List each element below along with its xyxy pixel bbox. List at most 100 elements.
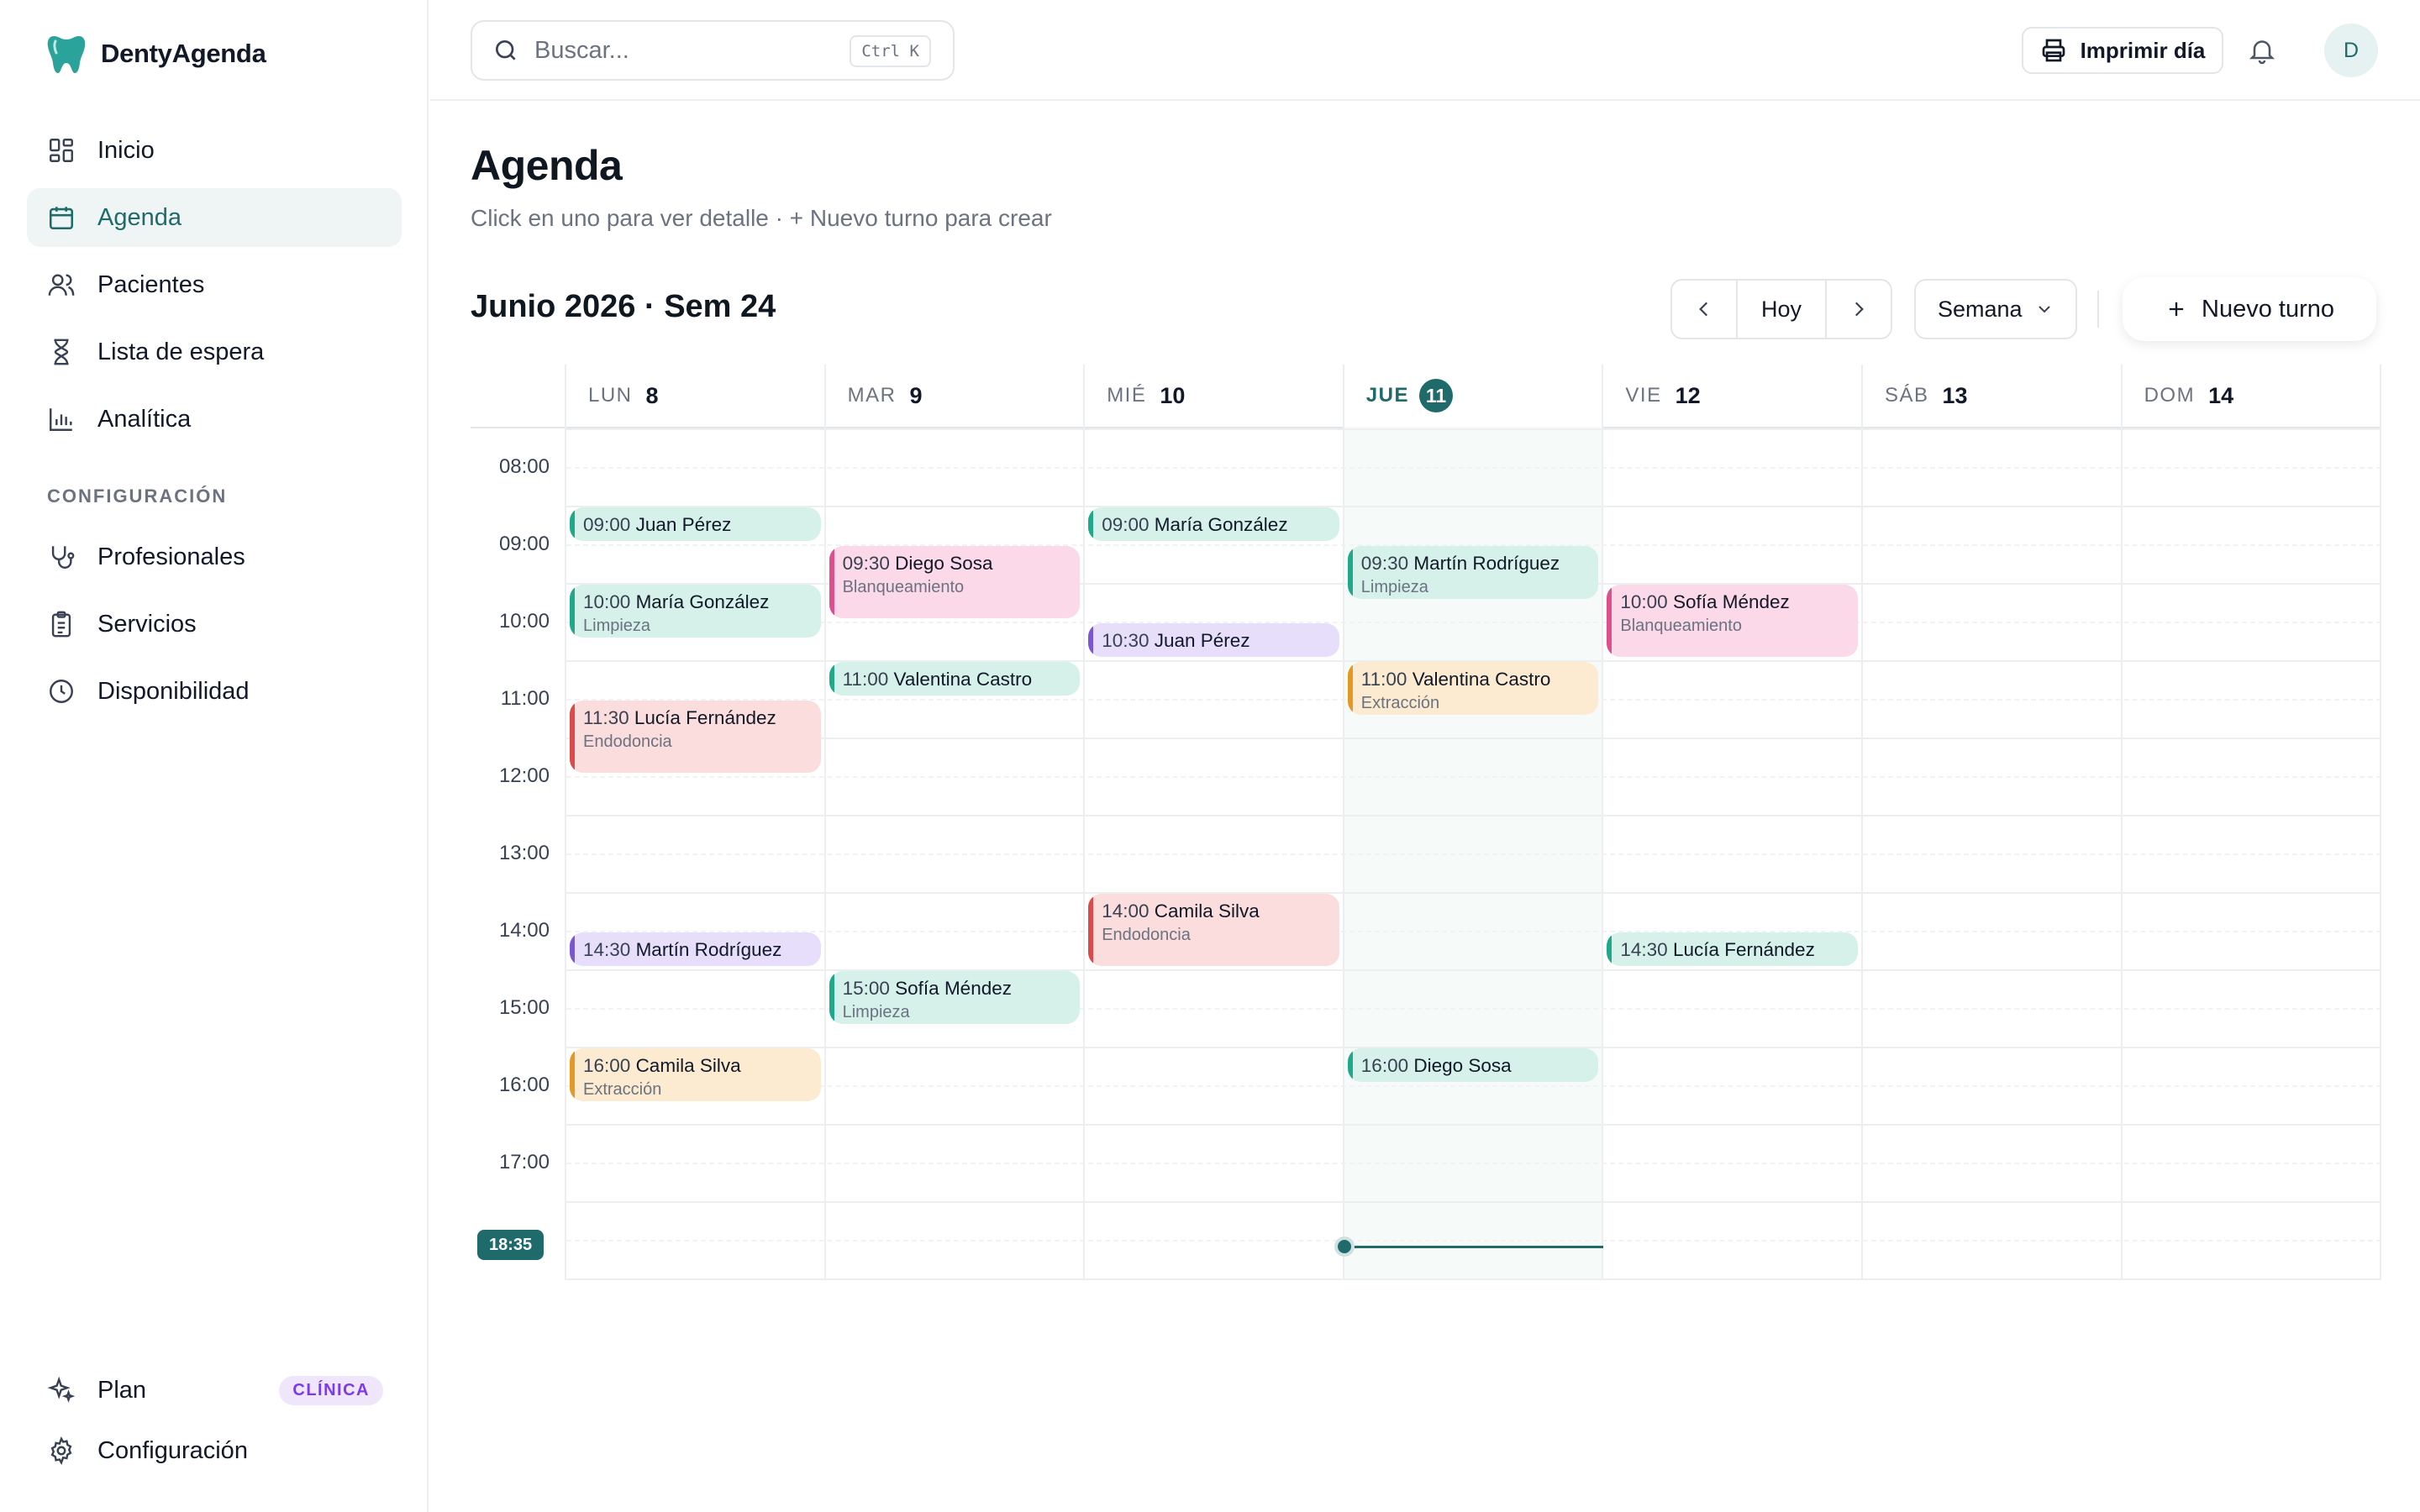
- appointment-time: 11:00: [842, 669, 894, 690]
- appointment-service: Limpieza: [583, 617, 651, 635]
- appointment-card[interactable]: 09:30 Martín Rodríguez Limpieza: [1347, 546, 1599, 599]
- day-name: JUE: [1365, 384, 1409, 407]
- appointment-card[interactable]: 14:00 Camila Silva Endodoncia: [1088, 894, 1339, 966]
- appointment-card[interactable]: 16:00 Camila Silva Extracción: [570, 1048, 821, 1101]
- appointment-title: 16:00 Camila Silva: [583, 1053, 809, 1079]
- sidebar-item-profesionales[interactable]: Profesionales: [27, 528, 402, 586]
- appointment-patient: Valentina Castro: [893, 669, 1033, 690]
- appointment-card[interactable]: 09:30 Diego Sosa Blanqueamiento: [829, 546, 1081, 618]
- brand-name: DentyAgenda: [101, 39, 266, 68]
- day-header-jue[interactable]: JUE 11: [1344, 376, 1604, 415]
- appointment-card[interactable]: 11:00 Valentina Castro: [829, 662, 1081, 696]
- sidebar-item-label: Disponibilidad: [97, 677, 250, 705]
- day-header-mar[interactable]: MAR 9: [826, 376, 1086, 415]
- appointment-service: Limpieza: [1360, 578, 1428, 596]
- appointment-card[interactable]: 11:30 Lucía Fernández Endodoncia: [570, 701, 821, 773]
- sidebar-item-plan[interactable]: Plan CLÍNICA: [27, 1364, 402, 1416]
- appointment-title: 09:30 Diego Sosa: [843, 551, 1069, 576]
- sidebar-item-configuracion[interactable]: Configuración: [27, 1425, 402, 1477]
- day-column-divider: [1861, 365, 1863, 1280]
- day-number: 9: [909, 382, 923, 408]
- appointment-card[interactable]: 10:30 Juan Pérez: [1088, 623, 1339, 657]
- search-placeholder: Buscar...: [534, 36, 629, 64]
- appointment-patient: Camila Silva: [635, 1055, 741, 1076]
- day-header-mié[interactable]: MIÉ 10: [1085, 376, 1344, 415]
- hour-grid-line: [566, 1278, 2381, 1280]
- appointment-card[interactable]: 14:30 Lucía Fernández: [1607, 932, 1858, 966]
- appointment-card[interactable]: 10:00 María González Limpieza: [570, 585, 821, 638]
- next-week-button[interactable]: [1827, 281, 1891, 338]
- today-button[interactable]: Hoy: [1736, 281, 1827, 338]
- appointment-patient: María González: [1154, 514, 1288, 535]
- chevron-left-icon: [1699, 302, 1708, 317]
- sidebar-item-label: Pacientes: [97, 270, 205, 298]
- search-input[interactable]: Buscar... Ctrl K: [471, 20, 955, 81]
- day-header-lun[interactable]: LUN 8: [566, 376, 826, 415]
- appointment-card[interactable]: 09:00 María González: [1088, 507, 1339, 541]
- appointment-card[interactable]: 15:00 Sofía Méndez Limpieza: [829, 971, 1081, 1024]
- print-day-button[interactable]: Imprimir día: [2022, 27, 2223, 74]
- appointment-patient: Diego Sosa: [895, 553, 993, 574]
- page-subtitle: Click en uno para ver detalle · + Nuevo …: [471, 205, 1052, 231]
- half-hour-grid-line: [566, 776, 2381, 778]
- appointment-title: 15:00 Sofía Méndez: [843, 976, 1069, 1001]
- bottom-nav: Plan CLÍNICA Configuración: [27, 1364, 402, 1485]
- appointment-title: 09:00 María González: [1102, 512, 1328, 538]
- sidebar-item-label: Profesionales: [97, 543, 245, 570]
- appointment-title: 10:30 Juan Pérez: [1102, 628, 1328, 654]
- week-calendar: LUN 8 MAR 9 MIÉ 10 JUE 11 VIE 12 SÁB 13 DOM 14 08:00 09…: [471, 365, 2382, 1280]
- appointment-patient: Juan Pérez: [635, 514, 732, 535]
- sidebar-item-pacientes[interactable]: Pacientes: [27, 255, 402, 314]
- new-appointment-button[interactable]: Nuevo turno: [2123, 277, 2376, 341]
- day-name: VIE: [1625, 384, 1662, 407]
- appointment-card[interactable]: 14:30 Martín Rodríguez: [570, 932, 821, 966]
- appointment-title: 09:30 Martín Rodríguez: [1361, 551, 1587, 576]
- hour-label: 17:00: [498, 1151, 550, 1173]
- appointment-card[interactable]: 16:00 Diego Sosa: [1347, 1048, 1599, 1082]
- appointment-card[interactable]: 11:00 Valentina Castro Extracción: [1347, 662, 1599, 715]
- half-hour-grid-line: [566, 931, 2381, 932]
- week-pager: Hoy: [1670, 279, 1892, 339]
- brand[interactable]: DentyAgenda: [47, 32, 266, 76]
- day-column-divider: [2120, 365, 2123, 1280]
- appointment-patient: Juan Pérez: [1154, 630, 1250, 651]
- appointment-card[interactable]: 10:00 Sofía Méndez Blanqueamiento: [1607, 585, 1858, 657]
- sidebar-item-lista-espera[interactable]: Lista de espera: [27, 323, 402, 381]
- tooth-logo-icon: [47, 36, 86, 73]
- sidebar-item-agenda[interactable]: Agenda: [27, 188, 402, 247]
- appointment-time: 09:30: [842, 553, 896, 574]
- new-appointment-label: Nuevo turno: [2202, 295, 2334, 323]
- sidebar-item-inicio[interactable]: Inicio: [27, 121, 402, 180]
- day-header-sáb[interactable]: SÁB 13: [1863, 376, 2123, 415]
- avatar[interactable]: D: [2324, 24, 2378, 77]
- appointment-time: 09:00: [583, 514, 636, 535]
- view-select[interactable]: Semana: [1914, 279, 2077, 339]
- appointment-patient: Valentina Castro: [1412, 669, 1551, 690]
- sidebar-item-servicios[interactable]: Servicios: [27, 595, 402, 654]
- sidebar-item-analitica[interactable]: Analítica: [27, 390, 402, 449]
- day-header-dom[interactable]: DOM 14: [2123, 376, 2382, 415]
- sidebar-item-disponibilidad[interactable]: Disponibilidad: [27, 662, 402, 721]
- page-title: Agenda: [471, 142, 623, 189]
- prev-week-button[interactable]: [1672, 281, 1736, 338]
- clipboard-icon: [47, 610, 76, 638]
- notifications-button[interactable]: [2244, 32, 2281, 69]
- appointment-patient: Lucía Fernández: [1672, 939, 1815, 960]
- chevron-down-icon: [2038, 306, 2050, 313]
- appointment-service: Endodoncia: [1102, 926, 1191, 944]
- day-column-divider: [1602, 365, 1604, 1280]
- sidebar-item-label: Configuración: [97, 1436, 248, 1464]
- appointment-patient: Martín Rodríguez: [635, 939, 782, 960]
- view-select-value: Semana: [1938, 296, 2023, 322]
- half-hour-grid-line: [566, 853, 2381, 855]
- stethoscope-icon: [47, 543, 76, 571]
- hour-label: 16:00: [498, 1074, 550, 1096]
- appointment-time: 10:30: [1102, 630, 1155, 651]
- day-header-vie[interactable]: VIE 12: [1603, 376, 1863, 415]
- half-hour-grid-line: [566, 1085, 2381, 1087]
- appointment-patient: María González: [635, 591, 770, 612]
- half-hour-grid-line: [566, 467, 2381, 469]
- appointment-service: Limpieza: [842, 1003, 910, 1021]
- appointment-card[interactable]: 09:00 Juan Pérez: [570, 507, 821, 541]
- bar-chart-icon: [47, 405, 76, 433]
